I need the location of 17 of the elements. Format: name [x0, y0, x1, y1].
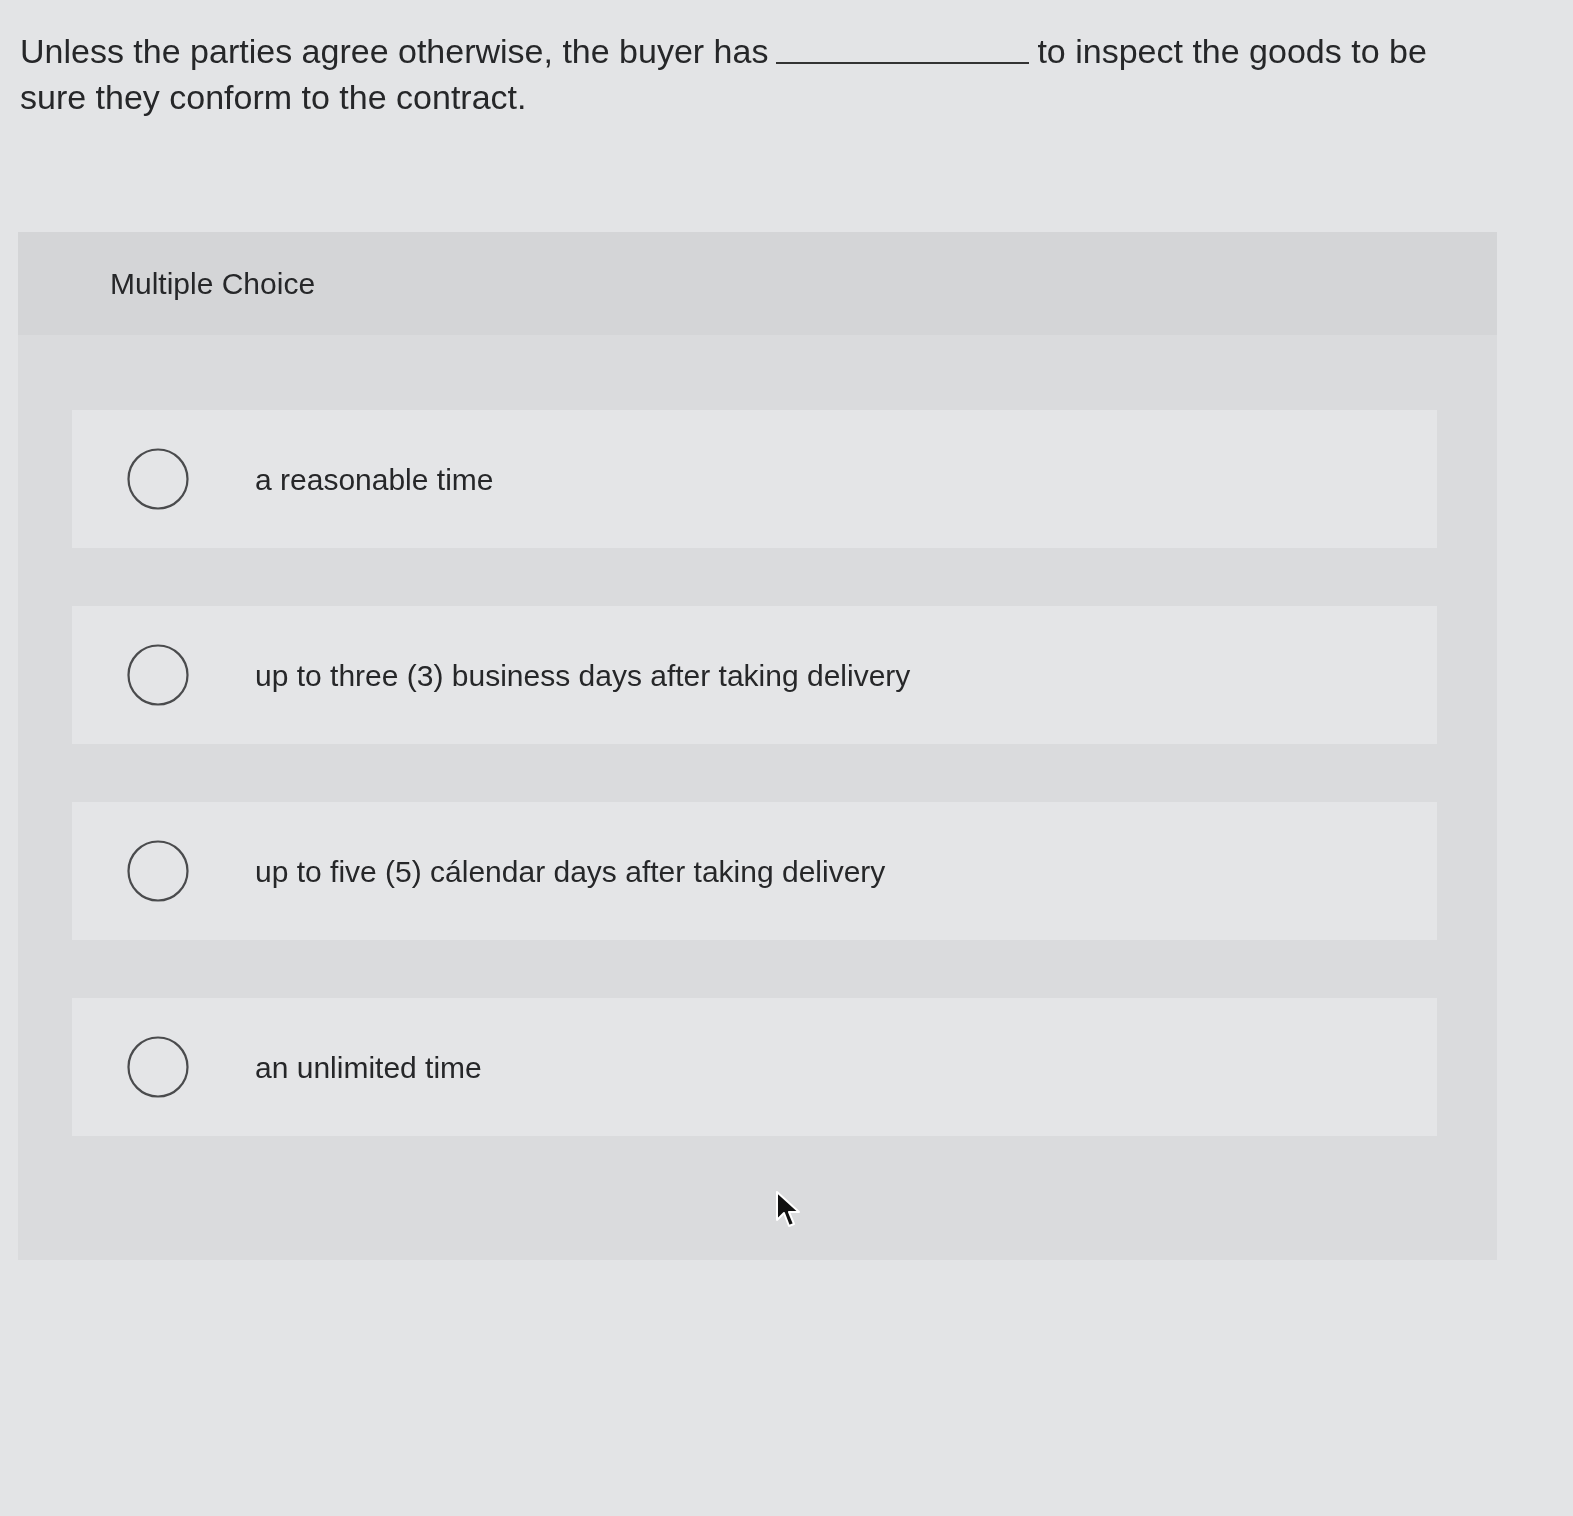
answer-option[interactable]: up to three (3) business days after taking delivery [72, 606, 1437, 744]
mouse-pointer-icon [775, 1190, 801, 1230]
answer-option[interactable]: a reasonable time [72, 410, 1437, 548]
question-text: to inspect the goods to be [1037, 31, 1427, 72]
radio-button[interactable] [127, 448, 189, 510]
radio-button[interactable] [127, 1036, 189, 1098]
option-label: up to five (5) cálendar days after taking delivery [255, 853, 886, 890]
radio-button[interactable] [127, 840, 189, 902]
radio-button[interactable] [127, 644, 189, 706]
option-label: a reasonable time [255, 461, 494, 498]
question-text: Unless the parties agree otherwise, the buyer has [20, 31, 769, 72]
question-type-label: Multiple Choice [110, 266, 316, 302]
question-text: sure they conform to the contract. [20, 77, 527, 118]
answer-option[interactable]: up to five (5) cálendar days after taking delivery [72, 802, 1437, 940]
answer-option[interactable]: an unlimited time [72, 998, 1437, 1136]
option-label: an unlimited time [255, 1049, 482, 1086]
option-label: up to three (3) business days after taking delivery [255, 657, 911, 694]
